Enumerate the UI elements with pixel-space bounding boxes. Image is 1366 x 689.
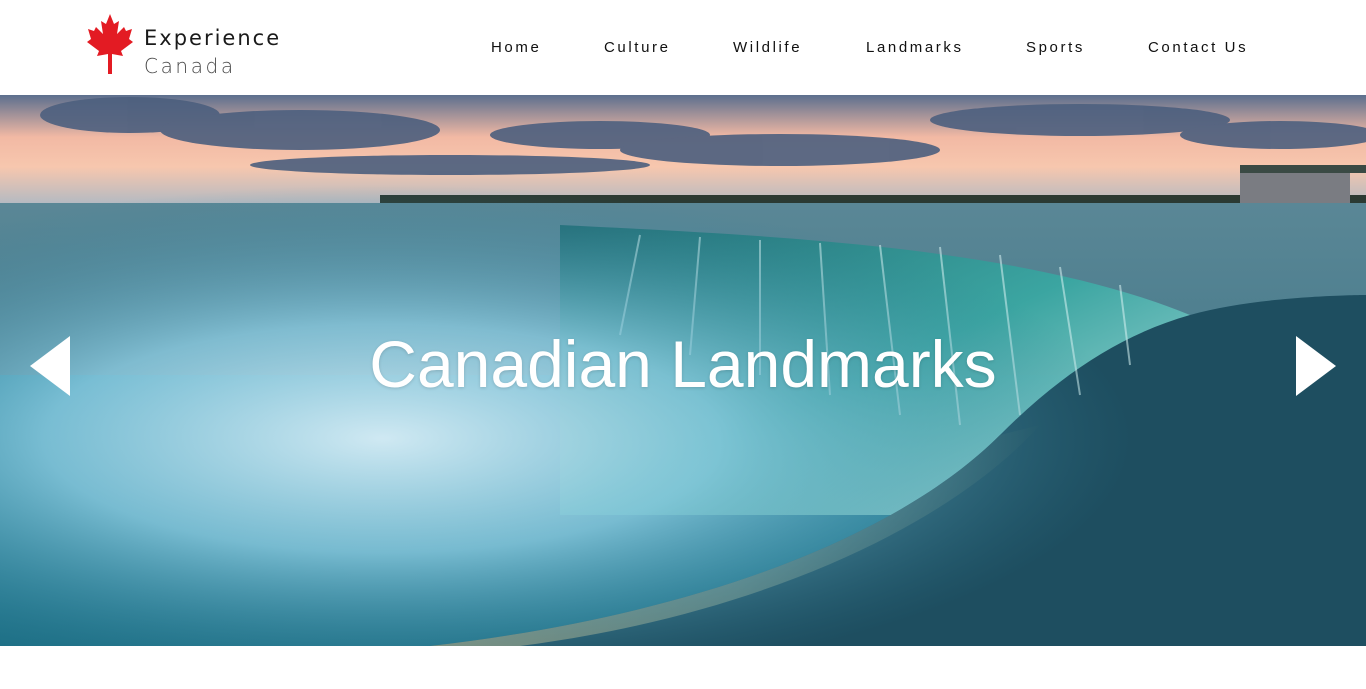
nav-item-home[interactable]: Home <box>491 39 541 57</box>
nav-item-landmarks[interactable]: Landmarks <box>866 39 964 57</box>
main-nav: Home Culture Wildlife Landmarks Sports C… <box>0 39 1366 59</box>
hero-title: Canadian Landmarks <box>369 327 997 401</box>
carousel-prev-button[interactable] <box>28 335 72 397</box>
nav-item-wildlife[interactable]: Wildlife <box>733 39 802 57</box>
site-header: Experience Canada Home Culture Wildlife … <box>0 0 1366 95</box>
carousel-next-button[interactable] <box>1294 335 1338 397</box>
nav-item-sports[interactable]: Sports <box>1026 39 1085 57</box>
page-content-area <box>0 646 1366 689</box>
nav-item-culture[interactable]: Culture <box>604 39 671 57</box>
hero-carousel: Canadian Landmarks <box>0 95 1366 646</box>
triangle-right-icon <box>1296 336 1336 396</box>
nav-item-contact-us[interactable]: Contact Us <box>1148 39 1248 57</box>
triangle-left-icon <box>30 336 70 396</box>
brand-name-line2: Canada <box>144 54 236 78</box>
